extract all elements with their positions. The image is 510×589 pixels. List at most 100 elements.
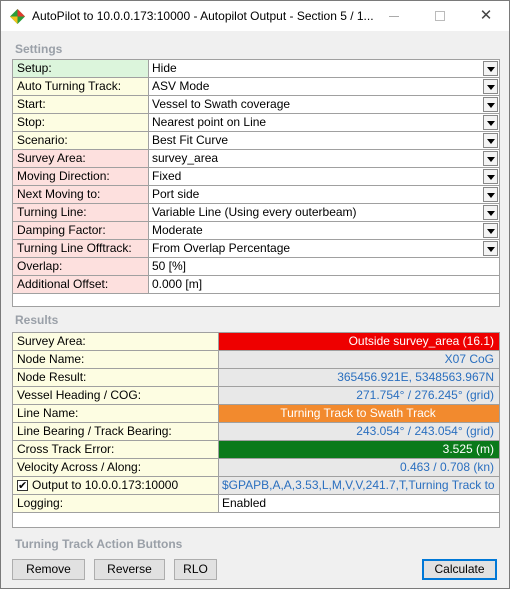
remove-button[interactable]: Remove bbox=[12, 559, 85, 580]
settings-row-label: Turning Line Offtrack: bbox=[13, 240, 149, 257]
calculate-button[interactable]: Calculate bbox=[422, 559, 497, 580]
settings-value: Fixed bbox=[152, 169, 182, 183]
chevron-down-icon[interactable] bbox=[483, 79, 498, 94]
results-value: 243.054° / 243.054° (grid) bbox=[219, 423, 499, 440]
results-row-label: Node Name: bbox=[13, 351, 219, 368]
settings-row: Turning Line: Variable Line (Using every … bbox=[13, 204, 499, 222]
settings-dropdown[interactable]: Hide bbox=[149, 60, 499, 77]
results-row-label: Survey Area: bbox=[13, 333, 219, 350]
settings-row-label: Moving Direction: bbox=[13, 168, 149, 185]
settings-value: 50 [%] bbox=[152, 259, 187, 273]
settings-value: Variable Line (Using every outerbeam) bbox=[152, 205, 357, 219]
results-row-label: Line Bearing / Track Bearing: bbox=[13, 423, 219, 440]
maximize-icon bbox=[435, 11, 445, 21]
settings-field[interactable]: 0.000 [m] bbox=[149, 276, 499, 293]
results-row: Output to 10.0.0.173:10000 $GPAPB,A,A,3.5… bbox=[13, 477, 499, 495]
settings-value: Moderate bbox=[152, 223, 203, 237]
settings-dropdown[interactable]: Moderate bbox=[149, 222, 499, 239]
settings-row: Additional Offset: 0.000 [m] bbox=[13, 276, 499, 294]
settings-row: Setup: Hide bbox=[13, 60, 499, 78]
settings-dropdown[interactable]: Best Fit Curve bbox=[149, 132, 499, 149]
results-value: X07 CoG bbox=[219, 351, 499, 368]
settings-value: ASV Mode bbox=[152, 79, 210, 93]
title-bar: AutoPilot to 10.0.0.173:10000 - Autopilo… bbox=[1, 1, 509, 31]
results-row-label[interactable]: Output to 10.0.0.173:10000 bbox=[13, 477, 219, 494]
results-grid: Survey Area: Outside survey_area (16.1) No… bbox=[12, 332, 500, 528]
chevron-down-icon[interactable] bbox=[483, 169, 498, 184]
results-value: 271.754° / 276.245° (grid) bbox=[219, 387, 499, 404]
settings-value: 0.000 [m] bbox=[152, 277, 203, 291]
results-value: Turning Track to Swath Track bbox=[219, 405, 499, 422]
results-row: Line Name: Turning Track to Swath Track bbox=[13, 405, 499, 423]
settings-row: Stop: Nearest point on Line bbox=[13, 114, 499, 132]
settings-dropdown[interactable]: ASV Mode bbox=[149, 78, 499, 95]
window-title: AutoPilot to 10.0.0.173:10000 - Autopilo… bbox=[32, 9, 374, 23]
settings-dropdown[interactable]: Variable Line (Using every outerbeam) bbox=[149, 204, 499, 221]
results-label-text: Velocity Across / Along: bbox=[17, 460, 142, 474]
results-label-text: Cross Track Error: bbox=[17, 442, 115, 456]
rlo-button[interactable]: RLO bbox=[174, 559, 217, 580]
maximize-button[interactable] bbox=[417, 1, 463, 31]
results-label-text: Vessel Heading / COG: bbox=[17, 388, 142, 402]
settings-grid: Setup: Hide Auto Turning Track: ASV Mode Sta… bbox=[12, 59, 500, 307]
chevron-down-icon[interactable] bbox=[483, 223, 498, 238]
chevron-down-icon[interactable] bbox=[483, 97, 498, 112]
settings-dropdown[interactable]: From Overlap Percentage bbox=[149, 240, 499, 257]
settings-row: Damping Factor: Moderate bbox=[13, 222, 499, 240]
app-icon bbox=[10, 9, 25, 24]
settings-row-label: Scenario: bbox=[13, 132, 149, 149]
results-row-label: Node Result: bbox=[13, 369, 219, 386]
results-row: Vessel Heading / COG: 271.754° / 276.245°… bbox=[13, 387, 499, 405]
autopilot-window: AutoPilot to 10.0.0.173:10000 - Autopilo… bbox=[0, 0, 510, 589]
output-checkbox[interactable] bbox=[17, 478, 28, 494]
settings-row-label: Overlap: bbox=[13, 258, 149, 275]
results-label-text: Node Name: bbox=[17, 352, 85, 366]
settings-row: Next Moving to: Port side bbox=[13, 186, 499, 204]
results-heading: Results bbox=[15, 313, 59, 327]
results-row: Line Bearing / Track Bearing: 243.054° / … bbox=[13, 423, 499, 441]
settings-row: Overlap: 50 [%] bbox=[13, 258, 499, 276]
results-value: 365456.921E, 5348563.967N bbox=[219, 369, 499, 386]
settings-heading: Settings bbox=[15, 42, 63, 56]
settings-row-label: Next Moving to: bbox=[13, 186, 149, 203]
results-value: 0.463 / 0.708 (kn) bbox=[219, 459, 499, 476]
results-row-label: Velocity Across / Along: bbox=[13, 459, 219, 476]
results-row-label: Logging: bbox=[13, 495, 219, 512]
actions-heading: Turning Track Action Buttons bbox=[15, 537, 183, 551]
settings-row-label: Additional Offset: bbox=[13, 276, 149, 293]
settings-value: survey_area bbox=[152, 151, 219, 165]
settings-value: Port side bbox=[152, 187, 200, 201]
settings-field[interactable]: 50 [%] bbox=[149, 258, 499, 275]
settings-row-label: Damping Factor: bbox=[13, 222, 149, 239]
results-value: Enabled bbox=[222, 496, 267, 510]
minimize-button[interactable] bbox=[371, 1, 417, 31]
settings-row: Turning Line Offtrack: From Overlap Perce… bbox=[13, 240, 499, 258]
settings-row-label: Auto Turning Track: bbox=[13, 78, 149, 95]
chevron-down-icon[interactable] bbox=[483, 187, 498, 202]
results-row: Logging: Enabled bbox=[13, 495, 499, 513]
chevron-down-icon[interactable] bbox=[483, 133, 498, 148]
settings-row: Auto Turning Track: ASV Mode bbox=[13, 78, 499, 96]
settings-row-label: Start: bbox=[13, 96, 149, 113]
settings-dropdown[interactable]: Port side bbox=[149, 186, 499, 203]
settings-row-label: Turning Line: bbox=[13, 204, 149, 221]
chevron-down-icon[interactable] bbox=[483, 205, 498, 220]
chevron-down-icon[interactable] bbox=[483, 61, 498, 76]
results-label-text: Output to 10.0.0.173:10000 bbox=[32, 478, 179, 492]
results-label-text: Line Bearing / Track Bearing: bbox=[17, 424, 172, 438]
results-value: $GPAPB,A,A,3.53,L,M,V,V,241.7,T,Turning … bbox=[219, 477, 499, 494]
settings-dropdown[interactable]: Fixed bbox=[149, 168, 499, 185]
close-button[interactable]: ✕ bbox=[463, 1, 509, 31]
chevron-down-icon[interactable] bbox=[483, 115, 498, 130]
settings-dropdown[interactable]: survey_area bbox=[149, 150, 499, 167]
settings-row: Survey Area: survey_area bbox=[13, 150, 499, 168]
reverse-button[interactable]: Reverse bbox=[94, 559, 165, 580]
settings-dropdown[interactable]: Nearest point on Line bbox=[149, 114, 499, 131]
settings-row-label: Setup: bbox=[13, 60, 149, 77]
chevron-down-icon[interactable] bbox=[483, 241, 498, 256]
results-row: Velocity Across / Along: 0.463 / 0.708 (k… bbox=[13, 459, 499, 477]
results-label-text: Node Result: bbox=[17, 370, 87, 384]
settings-dropdown[interactable]: Vessel to Swath coverage bbox=[149, 96, 499, 113]
chevron-down-icon[interactable] bbox=[483, 151, 498, 166]
settings-value: Best Fit Curve bbox=[152, 133, 229, 147]
